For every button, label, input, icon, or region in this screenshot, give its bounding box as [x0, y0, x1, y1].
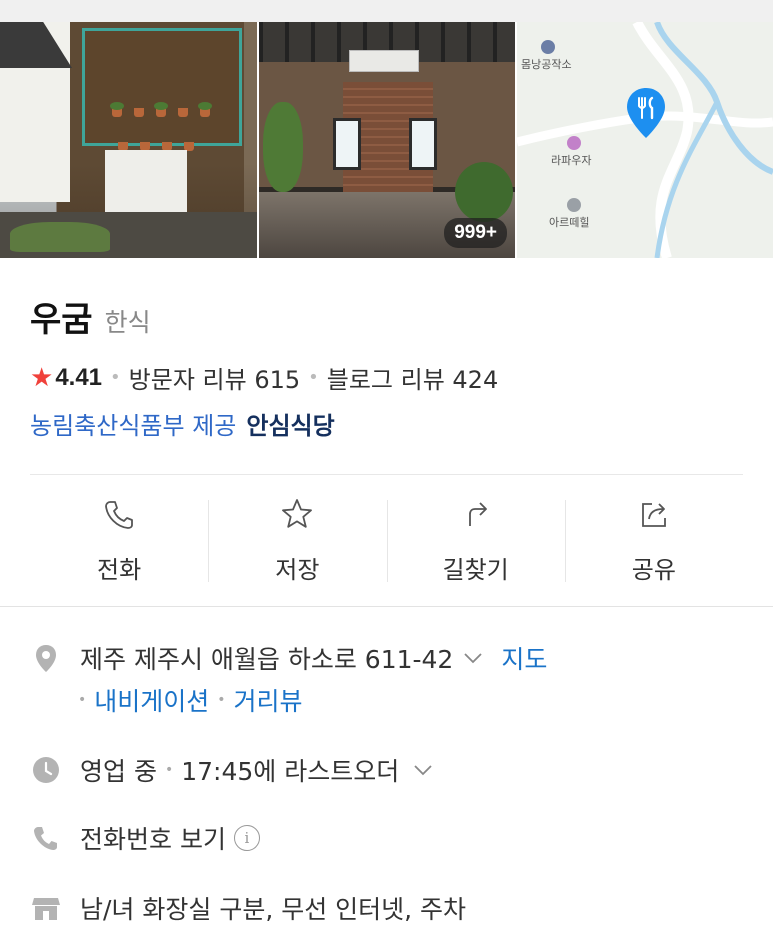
restaurant-pin-icon[interactable] — [625, 86, 667, 140]
address-text: 제주 제주시 애월읍 하소로 611-42 — [80, 645, 454, 674]
photo-wood-wall — [82, 28, 242, 146]
directions-label: 길찾기 — [442, 556, 509, 584]
map-poi-icon — [567, 198, 581, 212]
photo-flowerpot — [178, 108, 188, 117]
save-label: 저장 — [275, 556, 320, 584]
place-category: 한식 — [104, 308, 151, 337]
divider — [30, 474, 743, 475]
hours-status: 영업 중 — [80, 757, 157, 786]
hours-row[interactable]: 영업 중 • 17:45에 라스트오더 — [30, 752, 435, 788]
photo-bench — [105, 150, 187, 218]
map-link[interactable]: 지도 — [501, 640, 547, 676]
photo-gallery[interactable]: 999+ 몸낭공작소 라파우자 아르떼힐 — [0, 22, 773, 258]
phone-icon — [34, 827, 57, 850]
divider — [0, 606, 773, 607]
address-row: 제주 제주시 애월읍 하소로 611-42 지도 — [30, 640, 547, 676]
call-label: 전화 — [97, 556, 142, 584]
clock-icon — [33, 757, 59, 783]
map-poi-icon — [567, 136, 581, 150]
place-name: 우굼 — [30, 300, 93, 340]
address-sub-links: • 내비게이션 • 거리뷰 — [78, 682, 303, 718]
cert-provider: 농림축산식품부 제공 — [30, 412, 237, 440]
star-icon — [282, 499, 313, 528]
hours-detail: 17:45에 라스트오더 — [181, 757, 400, 786]
cert-badge: 안심식당 — [246, 412, 335, 440]
map-label: 아르떼힐 — [549, 216, 590, 229]
photo-window — [333, 118, 361, 170]
place-title-row: 우굼 한식 — [30, 292, 151, 341]
photo-plant — [154, 102, 168, 110]
directions-icon — [468, 502, 487, 526]
location-pin-icon — [36, 645, 56, 672]
separator-dot: • — [217, 692, 226, 708]
gallery-map-thumbnail[interactable]: 몸낭공작소 라파우자 아르떼힐 — [517, 22, 773, 258]
share-icon — [641, 503, 666, 527]
photo-plant — [455, 162, 513, 222]
blog-reviews-link[interactable]: 블로그 리뷰 424 — [327, 360, 498, 395]
share-button[interactable]: 공유 — [564, 492, 743, 586]
phone-icon — [105, 501, 134, 529]
photo-count-badge[interactable]: 999+ — [444, 218, 507, 248]
gallery-photo-interior[interactable]: 999+ — [259, 22, 515, 258]
photo-plant — [263, 102, 303, 192]
photo-grass — [10, 222, 110, 252]
save-button[interactable]: 저장 — [208, 492, 386, 586]
map-poi-icon — [541, 40, 555, 54]
photo-flowerpot — [134, 108, 144, 117]
navigation-link[interactable]: 내비게이션 — [94, 682, 209, 718]
certification-row[interactable]: 농림축산식품부 제공 안심식당 — [30, 406, 335, 441]
separator-dot: • — [164, 762, 174, 778]
rating-value: 4.41 — [55, 363, 103, 391]
photo-window — [409, 118, 437, 170]
visitor-reviews-link[interactable]: 방문자 리뷰 615 — [129, 360, 300, 395]
map-label: 몸낭공작소 — [521, 58, 572, 71]
gallery-photo-exterior[interactable] — [0, 22, 257, 258]
separator-dot: • — [110, 367, 121, 388]
directions-button[interactable]: 길찾기 — [386, 492, 565, 586]
rating-row: ★ 4.41 • 방문자 리뷰 615 • 블로그 리뷰 424 — [30, 360, 498, 395]
call-button[interactable]: 전화 — [30, 492, 208, 586]
streetview-link[interactable]: 거리뷰 — [234, 682, 303, 718]
phone-row[interactable]: 전화번호 보기 i — [30, 820, 260, 856]
store-icon — [32, 898, 60, 920]
amenities-text: 남/녀 화장실 구분, 무선 인터넷, 주차 — [80, 895, 467, 924]
info-icon[interactable]: i — [233, 825, 260, 851]
separator-dot: • — [78, 692, 87, 708]
separator-dot: • — [308, 367, 319, 388]
map-label: 라파우자 — [551, 154, 592, 167]
chevron-down-icon[interactable] — [411, 758, 435, 782]
photo-air-conditioner — [349, 50, 419, 72]
share-label: 공유 — [631, 556, 676, 584]
photo-plant — [198, 102, 212, 110]
chevron-down-icon[interactable] — [461, 646, 485, 670]
photo-plant — [110, 102, 124, 110]
amenities-row: 남/녀 화장실 구분, 무선 인터넷, 주차 — [30, 890, 466, 926]
rating-star-icon: ★ — [30, 362, 54, 393]
action-bar: 전화 저장 길찾기 공유 — [30, 492, 743, 586]
phone-text: 전화번호 보기 — [80, 825, 226, 854]
status-bar-strip — [0, 0, 773, 22]
